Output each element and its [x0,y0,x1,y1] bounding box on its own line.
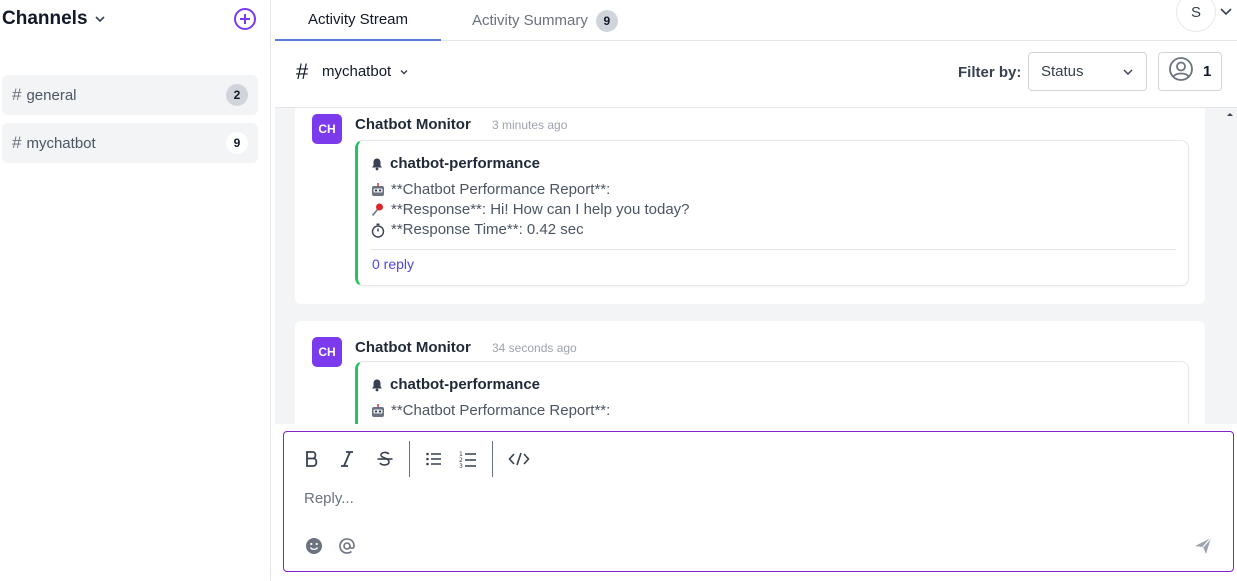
attachment-line-text: **Chatbot Performance Report**: [391,402,611,419]
bullet-list-button[interactable] [422,448,446,470]
chevron-down-icon [399,67,409,77]
tab-bar: Activity Stream Activity Summary 9 S [275,0,1237,41]
attachment-title: chatbot-performance [370,155,540,172]
strikethrough-button[interactable] [373,448,397,470]
divider [370,249,1176,250]
message-author: Chatbot Monitor [355,116,471,133]
italic-button[interactable] [335,448,359,470]
stopwatch-icon [370,222,386,238]
sidebar-item-mychatbot[interactable]: # mychatbot 9 [2,123,258,163]
user-menu-chevron-icon[interactable] [1219,4,1233,18]
status-filter-select[interactable]: Status [1028,52,1147,91]
sidebar-item-general[interactable]: # general 2 [2,75,258,115]
reply-input[interactable] [304,488,1204,508]
message-card: CH Chatbot Monitor 34 seconds ago chatbo… [295,321,1205,424]
unread-badge: 9 [226,132,248,154]
unread-badge: 2 [226,84,248,106]
bullet-list-icon [426,452,441,466]
channel-header: # mychatbot Filter by: Status 1 [275,41,1237,108]
bold-button[interactable] [300,448,324,470]
attachment-title: chatbot-performance [370,376,540,393]
code-button[interactable] [507,448,531,470]
toolbar-divider [492,441,493,477]
bell-icon [370,378,384,392]
reply-composer: 123 [283,431,1234,572]
strikethrough-icon [377,451,393,466]
chevron-down-icon [1122,66,1134,78]
hash-icon: # [12,133,22,152]
attachment-title-text: chatbot-performance [390,155,541,172]
attachment-title-text: chatbot-performance [390,376,541,393]
add-channel-button[interactable] [233,7,257,31]
toolbar-divider [409,441,410,477]
members-count: 1 [1203,63,1212,80]
channel-name: mychatbot [322,63,392,80]
channels-title: Channels [2,8,88,29]
hash-icon: # [12,85,22,104]
bold-icon [306,451,318,467]
attachment-line: **Chatbot Performance Report**: [370,402,610,419]
channel-name: mychatbot [26,134,96,152]
channel-selector[interactable]: mychatbot [322,63,409,80]
user-avatar[interactable]: S [1176,0,1216,32]
chevron-down-icon [94,13,106,25]
attachment-line-text: **Response Time**: 0.42 sec [391,221,584,238]
tab-count-badge: 9 [595,9,618,32]
robot-icon [370,182,386,198]
filter-value: Status [1041,63,1084,80]
smiley-icon [306,538,322,554]
emoji-button[interactable] [304,536,324,556]
plus-circle-icon [234,8,256,30]
sidebar-header: Channels [2,6,267,32]
at-sign-icon [339,538,355,554]
activity-stream[interactable]: CH Chatbot Monitor 3 minutes ago chatbot… [275,108,1237,424]
message-timestamp: 34 seconds ago [492,341,577,355]
channel-name: general [26,86,77,104]
attachment-line-text: **Response**: Hi! How can I help you tod… [391,201,690,218]
attachment-line: **Chatbot Performance Report**: [370,181,610,198]
message-attachment: chatbot-performance **Chatbot Performanc… [355,140,1189,286]
attachment-line-text: **Chatbot Performance Report**: [391,181,611,198]
svg-text:3: 3 [459,463,463,468]
app: Channels # general 2 # mychatbot 9 Activ… [0,0,1237,581]
tab-activity-stream[interactable]: Activity Stream [275,0,441,41]
tab-label: Activity Stream [307,11,409,28]
pushpin-icon [370,202,386,218]
hash-icon: # [296,59,309,84]
tab-label: Activity Summary [472,12,588,29]
attachment-line: **Response**: Hi! How can I help you tod… [370,201,690,218]
send-button[interactable] [1193,536,1213,556]
numbered-list-button[interactable]: 123 [456,448,480,470]
avatar: CH [312,114,342,144]
tab-activity-summary[interactable]: Activity Summary 9 [472,0,618,41]
reply-count-link[interactable]: 0 reply [372,256,414,272]
channels-dropdown[interactable]: Channels [2,8,106,30]
message-author: Chatbot Monitor [355,339,471,356]
message-attachment: chatbot-performance **Chatbot Performanc… [355,361,1189,424]
mention-button[interactable] [337,536,357,556]
filter-label: Filter by: [958,64,1022,81]
numbered-list-icon: 123 [459,451,476,468]
user-circle-icon [1168,56,1194,87]
robot-icon [370,403,386,419]
attachment-line: **Response Time**: 0.42 sec [370,221,584,238]
sidebar: Channels # general 2 # mychatbot 9 [0,0,271,581]
message-card: CH Chatbot Monitor 3 minutes ago chatbot… [295,108,1205,304]
bell-icon [370,157,384,171]
avatar: CH [312,337,342,367]
members-button[interactable]: 1 [1158,52,1222,91]
scroll-up-arrow-icon[interactable] [1225,108,1235,122]
code-icon [508,452,530,466]
send-icon [1195,537,1212,554]
italic-icon [341,451,353,467]
message-timestamp: 3 minutes ago [492,118,568,132]
